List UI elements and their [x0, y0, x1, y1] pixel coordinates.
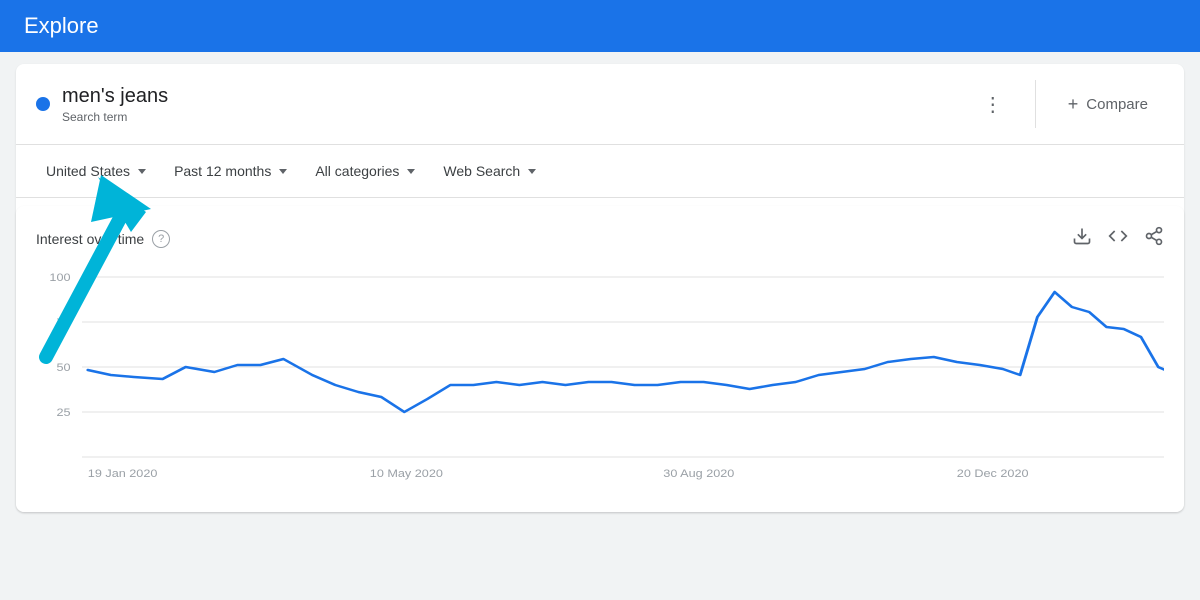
- svg-text:75: 75: [56, 316, 71, 329]
- chart-actions: [1072, 226, 1164, 251]
- svg-text:25: 25: [56, 406, 71, 419]
- search-dot-indicator: [36, 97, 50, 111]
- help-icon[interactable]: ?: [152, 230, 170, 248]
- vertical-divider: [1035, 80, 1036, 128]
- more-options-button[interactable]: ⋮: [975, 84, 1011, 125]
- search-term-row: men's jeans Search term ⋮ + Compare: [16, 64, 1184, 145]
- main-card: men's jeans Search term ⋮ + Compare Unit…: [16, 64, 1184, 512]
- svg-text:10 May 2020: 10 May 2020: [370, 467, 444, 480]
- app-title: Explore: [24, 13, 99, 39]
- interest-chart: 100 75 50 25 19 Jan 2020 10 May 2020 30 …: [36, 267, 1164, 487]
- category-chevron-icon: [407, 169, 415, 174]
- svg-text:100: 100: [49, 271, 71, 284]
- time-chevron-icon: [279, 169, 287, 174]
- svg-text:30 Aug 2020: 30 Aug 2020: [663, 467, 734, 480]
- svg-text:19 Jan 2020: 19 Jan 2020: [88, 467, 158, 480]
- svg-text:20 Dec 2020: 20 Dec 2020: [957, 467, 1029, 480]
- share-button[interactable]: [1144, 226, 1164, 251]
- svg-text:50: 50: [56, 361, 71, 374]
- main-content: men's jeans Search term ⋮ + Compare Unit…: [0, 64, 1200, 512]
- app-header: Explore: [0, 0, 1200, 52]
- region-chevron-icon: [138, 169, 146, 174]
- time-filter-label: Past 12 months: [174, 163, 271, 179]
- compare-button-label: Compare: [1086, 96, 1148, 113]
- search-term-type-label: Search term: [62, 110, 975, 124]
- category-filter-label: All categories: [315, 163, 399, 179]
- search-term-name: men's jeans: [62, 85, 975, 108]
- chart-title: Interest over time: [36, 231, 144, 247]
- download-button[interactable]: [1072, 226, 1092, 251]
- chart-header: Interest over time ?: [36, 226, 1164, 251]
- chart-title-group: Interest over time ?: [36, 230, 170, 248]
- search-type-label: Web Search: [443, 163, 520, 179]
- search-term-info: men's jeans Search term: [62, 85, 975, 124]
- search-type-filter-button[interactable]: Web Search: [433, 157, 546, 185]
- region-filter-button[interactable]: United States: [36, 157, 156, 185]
- search-type-chevron-icon: [528, 169, 536, 174]
- category-filter-button[interactable]: All categories: [305, 157, 425, 185]
- time-filter-button[interactable]: Past 12 months: [164, 157, 297, 185]
- chart-section: Interest over time ?: [16, 206, 1184, 512]
- filters-row: United States Past 12 months All categor…: [16, 145, 1184, 198]
- compare-button[interactable]: + Compare: [1052, 86, 1164, 123]
- chart-wrapper: 100 75 50 25 19 Jan 2020 10 May 2020 30 …: [36, 267, 1164, 492]
- region-filter-label: United States: [46, 163, 130, 179]
- compare-plus-icon: +: [1068, 94, 1079, 115]
- embed-button[interactable]: [1108, 226, 1128, 251]
